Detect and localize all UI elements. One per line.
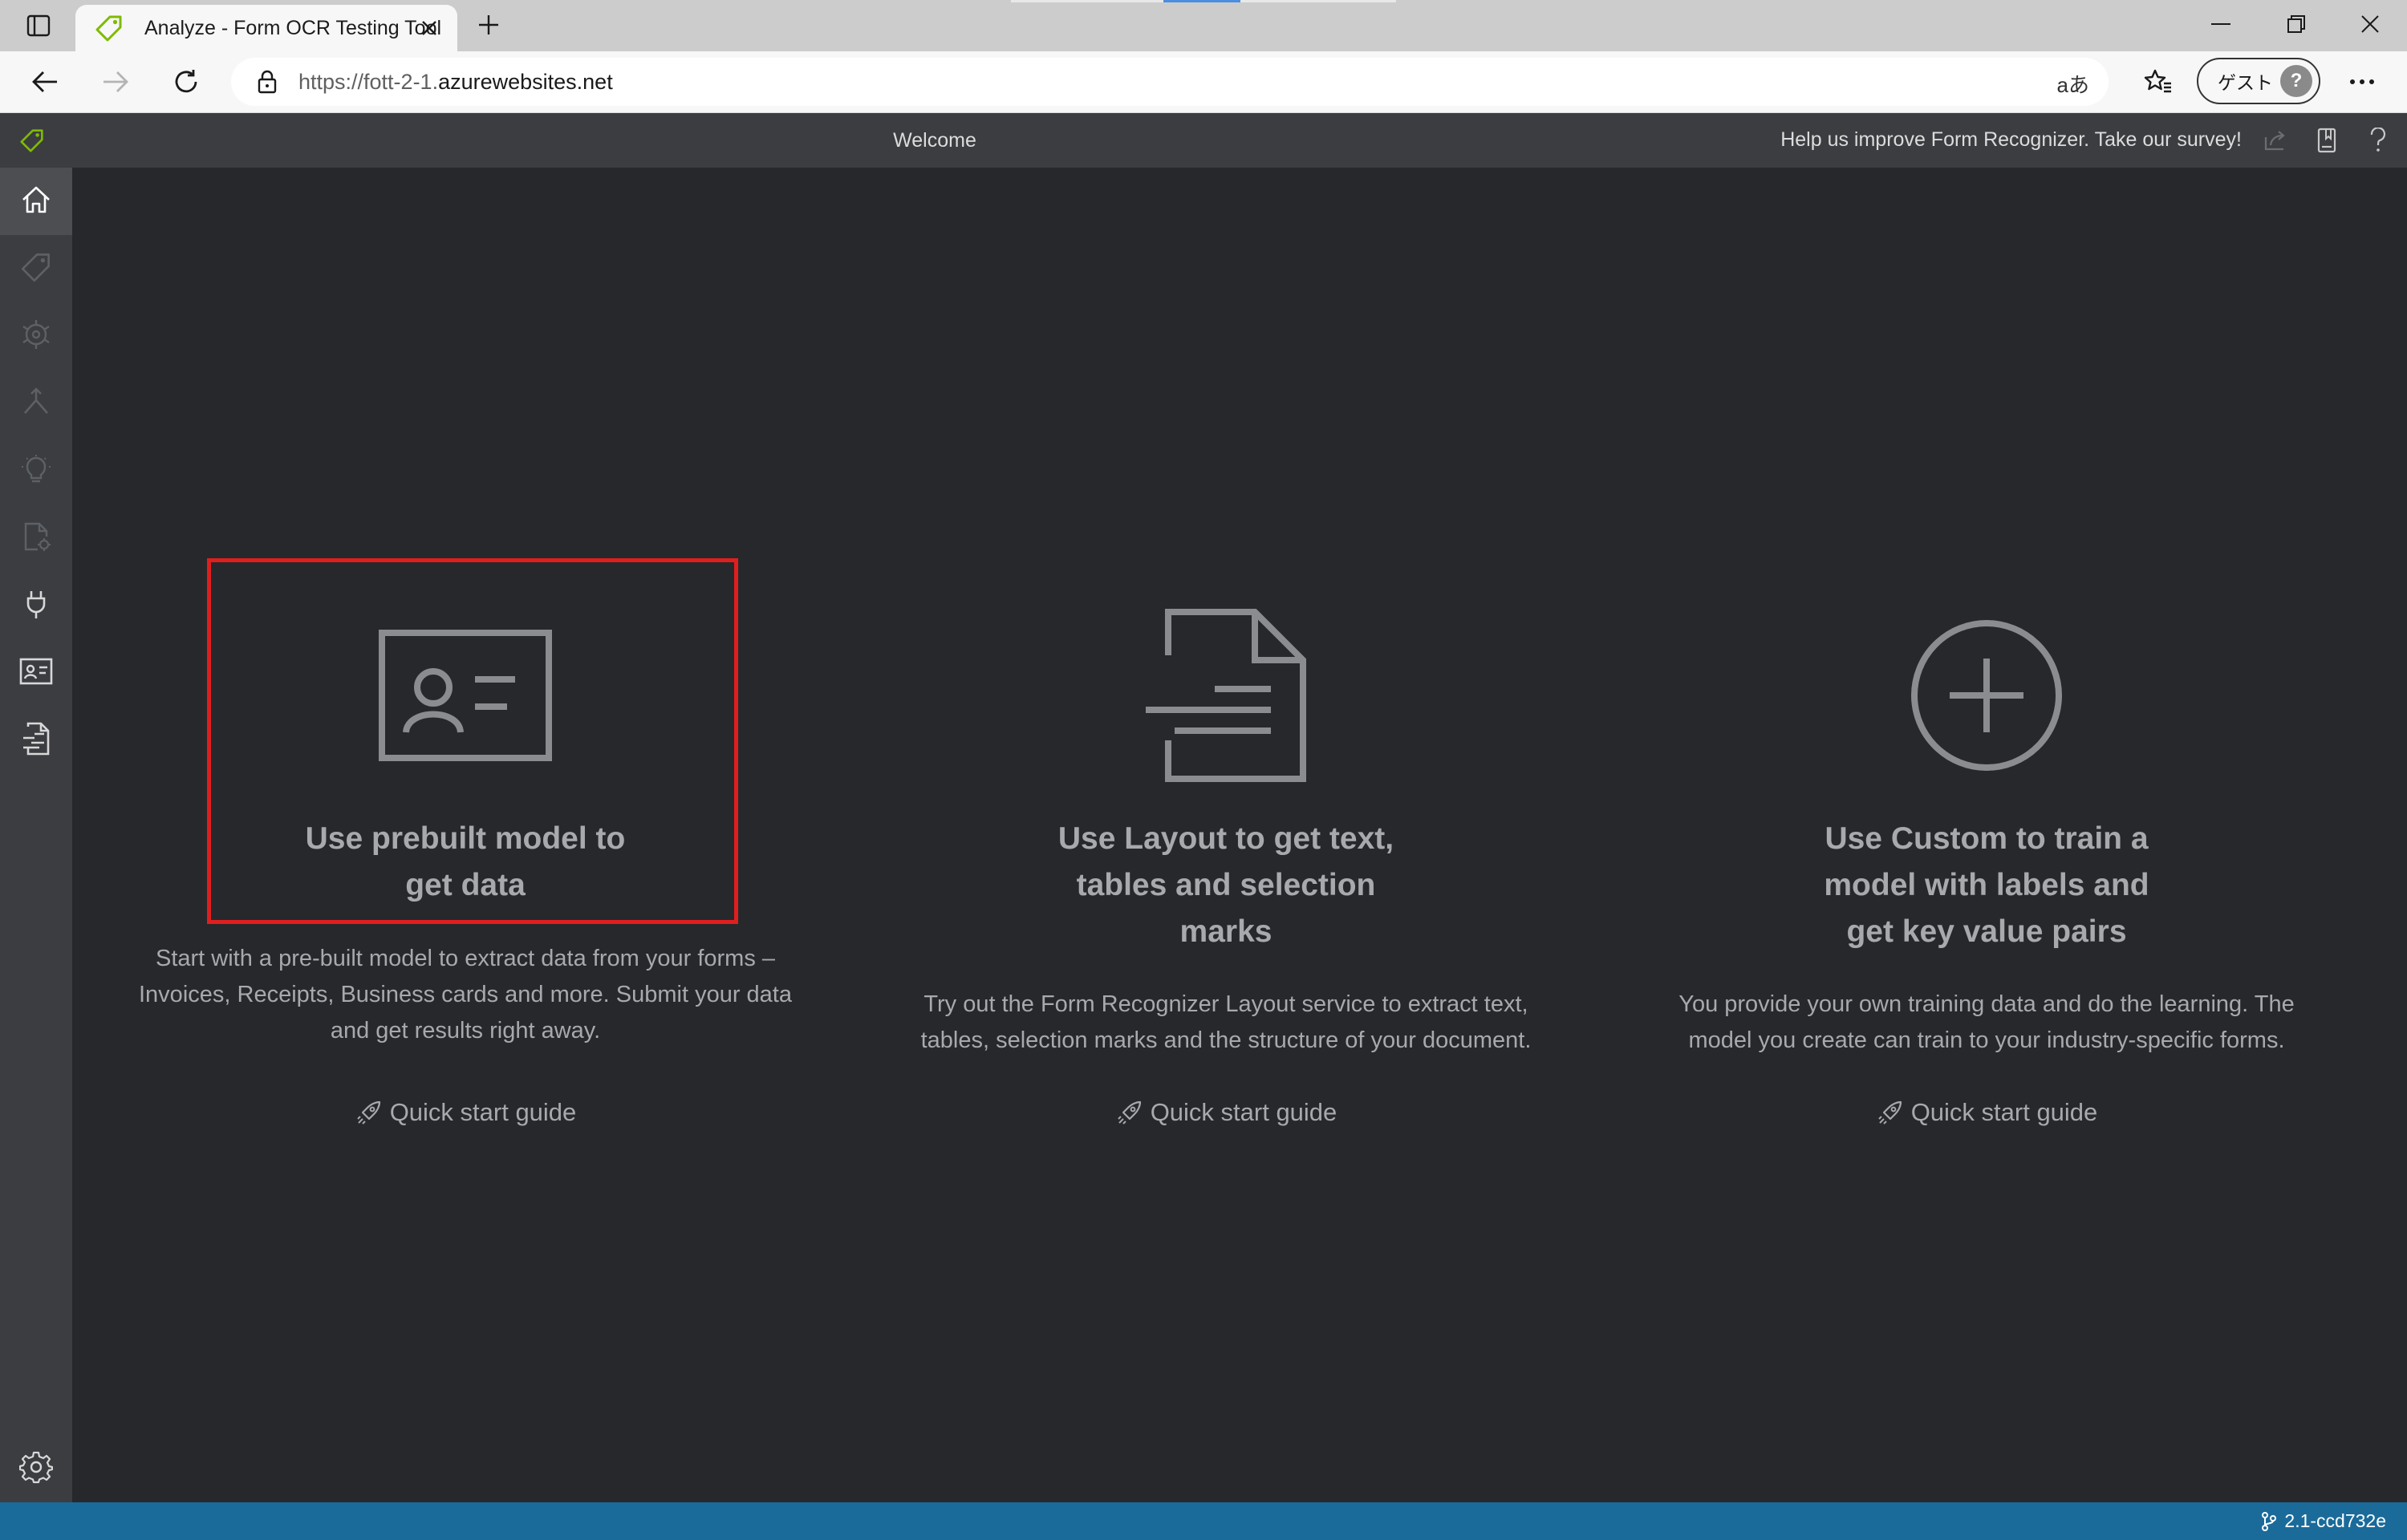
tab-close-icon[interactable] (414, 13, 444, 43)
url-host: https://fott-2-1. (298, 69, 439, 94)
card-description-line: You provide your own training data and d… (1678, 991, 2295, 1017)
status-bar: 2.1-ccd732e (0, 1502, 2407, 1540)
new-tab-icon[interactable] (470, 6, 507, 43)
lock-icon[interactable] (254, 68, 281, 95)
card-prebuilt: Use prebuilt model to get data Start wit… (120, 168, 810, 1502)
card-description-line: and get results right away. (330, 1018, 601, 1044)
quick-start-label: Quick start guide (389, 1098, 577, 1126)
card-title-line: marks (1179, 914, 1273, 949)
card-custom: Use Custom to train a model with labels … (1642, 168, 2332, 1502)
forward-icon (95, 61, 136, 103)
sidebar-item-tags[interactable] (0, 235, 72, 302)
card-description: Start with a pre-built model to extract … (120, 941, 810, 1049)
favorites-icon[interactable] (2137, 61, 2179, 103)
sidebar-item-layout[interactable] (0, 707, 72, 774)
sidebar-item-connections[interactable] (0, 572, 72, 639)
window-close-icon[interactable] (2335, 0, 2405, 48)
card-description-line: model you create can train to your indus… (1688, 1027, 2285, 1053)
lightbulb-icon (20, 453, 52, 489)
url-domain: azurewebsites.net (438, 69, 613, 94)
card-title[interactable]: Use Layout to get text, tables and selec… (985, 816, 1467, 955)
card-title-line: get key value pairs (1846, 914, 2127, 949)
card-title-line: Use Custom to train a (1825, 821, 2149, 856)
card-title-line: Use Layout to get text, (1057, 821, 1394, 856)
page-title: Welcome (893, 129, 976, 152)
sidebar-item-settings[interactable] (0, 1435, 72, 1502)
rocket-icon (1115, 1098, 1144, 1127)
more-options-icon[interactable] (2341, 61, 2383, 103)
address-bar[interactable]: https://fott-2-1.azurewebsites.net aあ (231, 58, 2109, 106)
app-title-bar: Welcome Help us improve Form Recognizer.… (0, 113, 2407, 168)
book-icon[interactable] (2311, 124, 2343, 156)
sidebar-item-analyze[interactable] (0, 437, 72, 505)
version-indicator: 2.1-ccd732e (2259, 1510, 2386, 1532)
document-settings-icon (20, 521, 52, 557)
card-icon-container (881, 601, 1571, 793)
browser-toolbar: https://fott-2-1.azurewebsites.net aあ ゲス… (0, 51, 2407, 113)
url-text[interactable]: https://fott-2-1.azurewebsites.net (298, 70, 613, 95)
profile-button[interactable]: ゲスト ? (2197, 58, 2320, 104)
layout-document-icon (20, 722, 52, 760)
card-title[interactable]: Use Custom to train a model with labels … (1746, 816, 2227, 955)
browser-tab-active[interactable]: Analyze - Form OCR Testing Tool (75, 5, 457, 51)
welcome-page: Use prebuilt model to get data Start wit… (72, 168, 2407, 1502)
minimize-icon[interactable] (2186, 0, 2256, 48)
tab-actions-icon[interactable] (14, 8, 63, 43)
back-icon[interactable] (24, 61, 66, 103)
card-description-line: Try out the Form Recognizer Layout servi… (923, 991, 1528, 1017)
card-description-line: Start with a pre-built model to extract … (155, 946, 776, 971)
sidebar-item-train[interactable] (0, 302, 72, 370)
sidebar-item-prebuilt-settings[interactable] (0, 505, 72, 572)
text-document-icon[interactable] (1143, 608, 1309, 786)
quick-start-link[interactable]: Quick start guide (881, 1098, 1571, 1127)
model-icon (20, 318, 52, 355)
gear-icon (18, 1450, 54, 1488)
card-description: Try out the Form Recognizer Layout servi… (881, 987, 1571, 1059)
sidebar-item-compose[interactable] (0, 370, 72, 437)
card-title-line: tables and selection (1076, 868, 1376, 902)
refresh-icon[interactable] (165, 61, 207, 103)
read-aloud-button[interactable]: aあ (2057, 69, 2089, 99)
share-icon[interactable] (2259, 124, 2291, 156)
tag-favicon-icon (93, 12, 125, 44)
sidebar-item-home[interactable] (0, 168, 72, 235)
version-text: 2.1-ccd732e (2284, 1510, 2386, 1531)
quick-start-link[interactable]: Quick start guide (120, 1098, 810, 1127)
browser-tab-strip: Analyze - Form OCR Testing Tool (0, 0, 2407, 51)
help-icon[interactable] (2362, 124, 2394, 156)
tabstrip-edge (1240, 0, 1396, 2)
branch-icon (2259, 1511, 2279, 1532)
id-card-icon (19, 658, 53, 689)
quick-start-label: Quick start guide (1150, 1098, 1337, 1126)
rocket-icon (355, 1098, 384, 1127)
restore-icon[interactable] (2261, 0, 2332, 48)
card-description-line: tables, selection marks and the structur… (920, 1027, 1532, 1053)
tab-title: Analyze - Form OCR Testing Tool (144, 16, 442, 39)
sidebar-item-prebuilt[interactable] (0, 639, 72, 707)
card-description: You provide your own training data and d… (1642, 987, 2332, 1059)
highlight-box (207, 558, 738, 924)
card-layout: Use Layout to get text, tables and selec… (881, 168, 1571, 1502)
merge-icon (20, 386, 52, 422)
tag-icon (21, 252, 51, 286)
quick-start-label: Quick start guide (1910, 1098, 2098, 1126)
add-circle-icon[interactable] (1908, 617, 2065, 778)
tabstrip-edge-accent (1163, 0, 1240, 2)
tabstrip-edge (1011, 0, 1163, 2)
plug-icon (20, 588, 52, 624)
home-icon (20, 184, 52, 220)
card-icon-container (1642, 601, 2332, 793)
card-description-line: Invoices, Receipts, Business cards and m… (139, 982, 792, 1007)
card-title-line: model with labels and (1824, 868, 2149, 902)
sidebar (0, 168, 72, 1502)
quick-start-link[interactable]: Quick start guide (1642, 1098, 2332, 1127)
survey-link[interactable]: Help us improve Form Recognizer. Take ou… (1780, 128, 2242, 152)
rocket-icon (1876, 1098, 1905, 1127)
profile-label: ゲスト (2218, 72, 2273, 93)
avatar: ? (2280, 65, 2312, 97)
